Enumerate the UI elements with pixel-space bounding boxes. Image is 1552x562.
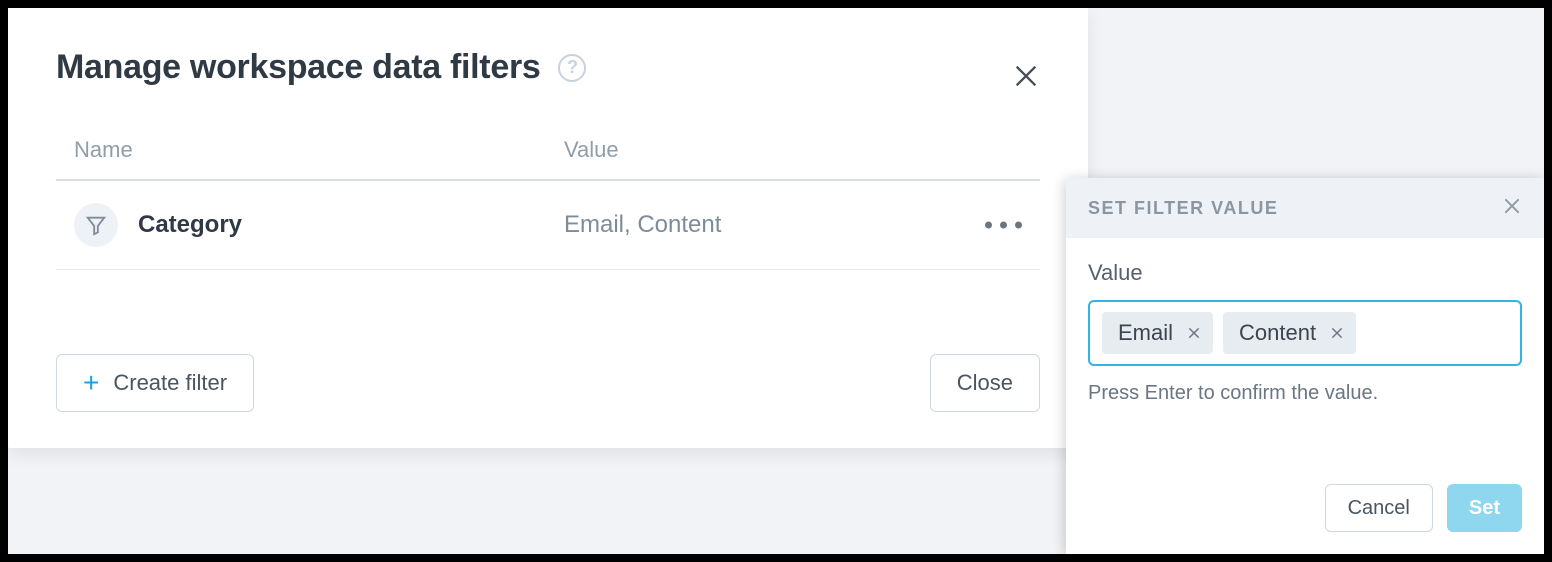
create-filter-button[interactable]: + Create filter <box>56 354 254 412</box>
side-panel-title: SET FILTER VALUE <box>1088 198 1278 219</box>
set-filter-value-panel: SET FILTER VALUE Value Email Content Pre… <box>1066 178 1544 554</box>
filter-icon <box>74 203 118 247</box>
side-panel-header: SET FILTER VALUE <box>1066 178 1544 238</box>
column-header-value: Value <box>564 137 1022 163</box>
help-icon[interactable]: ? <box>558 54 586 82</box>
row-actions-button[interactable] <box>985 222 1022 229</box>
more-icon <box>985 222 992 229</box>
table-header: Name Value <box>56 131 1040 181</box>
filter-name: Category <box>138 211 564 239</box>
filters-table: Name Value Category Email, Content <box>56 131 1040 270</box>
filter-value: Email, Content <box>564 211 1022 239</box>
cancel-button[interactable]: Cancel <box>1325 484 1433 532</box>
set-button-label: Set <box>1469 497 1500 520</box>
side-panel-body: Value Email Content Press Enter to confi… <box>1066 238 1544 484</box>
modal-title: Manage workspace data filters <box>56 48 540 87</box>
close-button-label: Close <box>957 370 1013 396</box>
cancel-button-label: Cancel <box>1348 497 1410 520</box>
modal-footer: + Create filter Close <box>56 354 1040 412</box>
value-tag: Email <box>1102 312 1213 354</box>
input-hint: Press Enter to confirm the value. <box>1088 382 1522 405</box>
plus-icon: + <box>83 369 99 397</box>
value-field-label: Value <box>1088 260 1522 286</box>
manage-filters-modal: Manage workspace data filters ? Name Val… <box>8 8 1088 448</box>
more-icon <box>1000 222 1007 229</box>
remove-tag-button[interactable] <box>1185 324 1203 342</box>
set-button[interactable]: Set <box>1447 484 1522 532</box>
modal-header: Manage workspace data filters ? <box>56 48 1040 87</box>
side-panel-close-button[interactable] <box>1502 196 1522 221</box>
close-icon <box>1012 62 1040 90</box>
create-filter-label: Create filter <box>113 370 227 396</box>
close-icon <box>1502 196 1522 216</box>
more-icon <box>1015 222 1022 229</box>
close-button[interactable]: Close <box>930 354 1040 412</box>
value-tag-input[interactable]: Email Content <box>1088 300 1522 366</box>
column-header-name: Name <box>74 137 564 163</box>
close-icon <box>1330 326 1344 340</box>
value-tag: Content <box>1223 312 1356 354</box>
modal-close-button[interactable] <box>1012 62 1040 95</box>
remove-tag-button[interactable] <box>1328 324 1346 342</box>
side-panel-footer: Cancel Set <box>1066 484 1544 554</box>
value-tag-label: Email <box>1118 320 1173 346</box>
value-tag-label: Content <box>1239 320 1316 346</box>
close-icon <box>1187 326 1201 340</box>
table-row[interactable]: Category Email, Content <box>56 181 1040 270</box>
